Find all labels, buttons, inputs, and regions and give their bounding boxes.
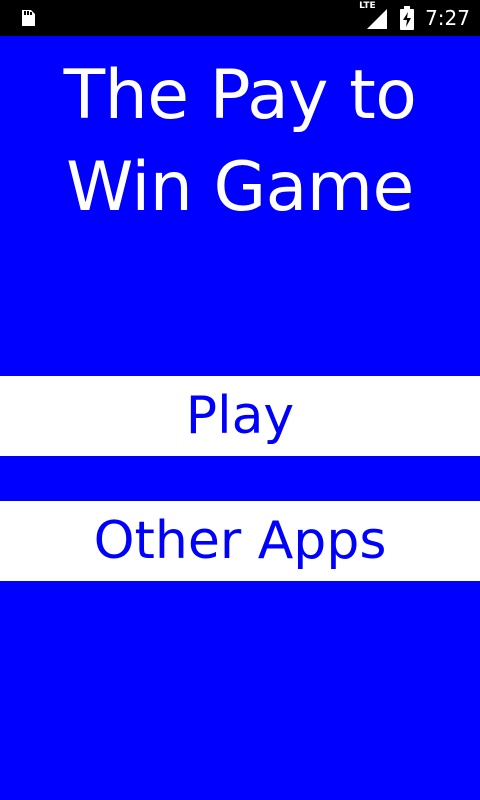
play-button[interactable]: Play (0, 376, 480, 456)
lte-signal-icon: LTE (359, 1, 389, 31)
status-bar: LTE 7:27 (0, 0, 480, 36)
battery-charging-icon (399, 5, 415, 31)
clock-time: 7:27 (425, 6, 470, 30)
game-title: The Pay to Win Game (63, 56, 417, 227)
other-apps-button[interactable]: Other Apps (0, 501, 480, 581)
sd-card-icon (18, 8, 38, 28)
main-screen: The Pay to Win Game Play Other Apps (0, 36, 480, 800)
status-icons: LTE 7:27 (359, 0, 470, 36)
network-type-label: LTE (359, 1, 376, 11)
